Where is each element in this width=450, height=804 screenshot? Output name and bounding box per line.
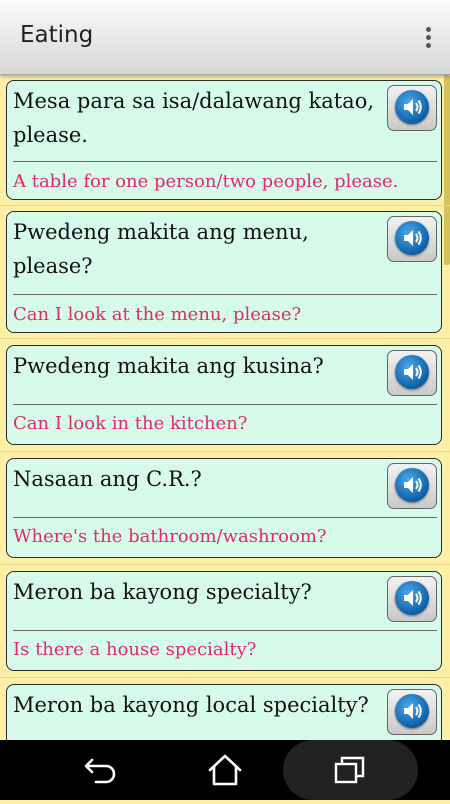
phrase-list[interactable]: Mesa para sa isa/dalawang katao, please.… <box>0 75 450 740</box>
divider <box>13 404 437 405</box>
more-vert-icon[interactable] <box>426 27 432 49</box>
home-icon <box>208 754 242 786</box>
translation-text: Where's the bathroom/washroom? <box>13 526 327 547</box>
phrase-card[interactable]: Pwedeng makita ang menu, please? Can I l… <box>6 211 442 333</box>
divider <box>13 517 437 518</box>
list-item: Nasaan ang C.R.? Where's the bathroom/wa… <box>0 452 450 565</box>
recents-button[interactable] <box>315 740 385 800</box>
app-bar: Eating <box>0 0 450 75</box>
home-button[interactable] <box>190 740 260 800</box>
list-item: Pwedeng makita ang menu, please? Can I l… <box>0 206 450 339</box>
speaker-icon <box>395 355 429 389</box>
phrase-text: Pwedeng makita ang menu, please? <box>13 220 309 278</box>
divider <box>13 630 437 631</box>
divider <box>13 161 437 162</box>
phrase-card[interactable]: Nasaan ang C.R.? Where's the bathroom/wa… <box>6 458 442 558</box>
divider <box>13 294 437 295</box>
back-button[interactable] <box>66 740 136 800</box>
list-item: Mesa para sa isa/dalawang katao, please.… <box>0 75 450 206</box>
speaker-icon <box>395 221 429 255</box>
phrase-text: Mesa para sa isa/dalawang katao, please. <box>13 89 375 147</box>
phrase-text: Meron ba kayong local specialty? <box>13 693 369 717</box>
back-icon <box>84 758 116 784</box>
speaker-icon <box>395 694 429 728</box>
list-item: Pwedeng makita ang kusina? Can I look in… <box>0 339 450 452</box>
translation-text: Can I look at the menu, please? <box>13 304 302 325</box>
translation-text: Is there a house specialty? <box>13 639 257 660</box>
play-sound-button[interactable] <box>387 216 437 262</box>
phrase-card[interactable]: Mesa para sa isa/dalawang katao, please.… <box>6 80 442 200</box>
screen-title: Eating <box>20 22 94 48</box>
phrase-text: Pwedeng makita ang kusina? <box>13 354 324 378</box>
phrase-card[interactable]: Pwedeng makita ang kusina? Can I look in… <box>6 345 442 445</box>
play-sound-button[interactable] <box>387 463 437 509</box>
list-item: Meron ba kayong specialty? Is there a ho… <box>0 565 450 678</box>
play-sound-button[interactable] <box>387 689 437 735</box>
speaker-icon <box>395 90 429 124</box>
system-nav-bar <box>0 740 450 800</box>
translation-text: Can I look in the kitchen? <box>13 413 248 434</box>
play-sound-button[interactable] <box>387 350 437 396</box>
translation-text: A table for one person/two people, pleas… <box>13 171 399 192</box>
speaker-icon <box>395 581 429 615</box>
play-sound-button[interactable] <box>387 576 437 622</box>
phrase-text: Nasaan ang C.R.? <box>13 467 202 491</box>
phrase-card[interactable]: Meron ba kayong local specialty? <box>6 684 442 740</box>
speaker-icon <box>395 468 429 502</box>
list-item: Meron ba kayong local specialty? <box>0 678 450 740</box>
recents-icon <box>334 756 365 784</box>
play-sound-button[interactable] <box>387 85 437 131</box>
phrase-text: Meron ba kayong specialty? <box>13 580 312 604</box>
phrase-card[interactable]: Meron ba kayong specialty? Is there a ho… <box>6 571 442 671</box>
